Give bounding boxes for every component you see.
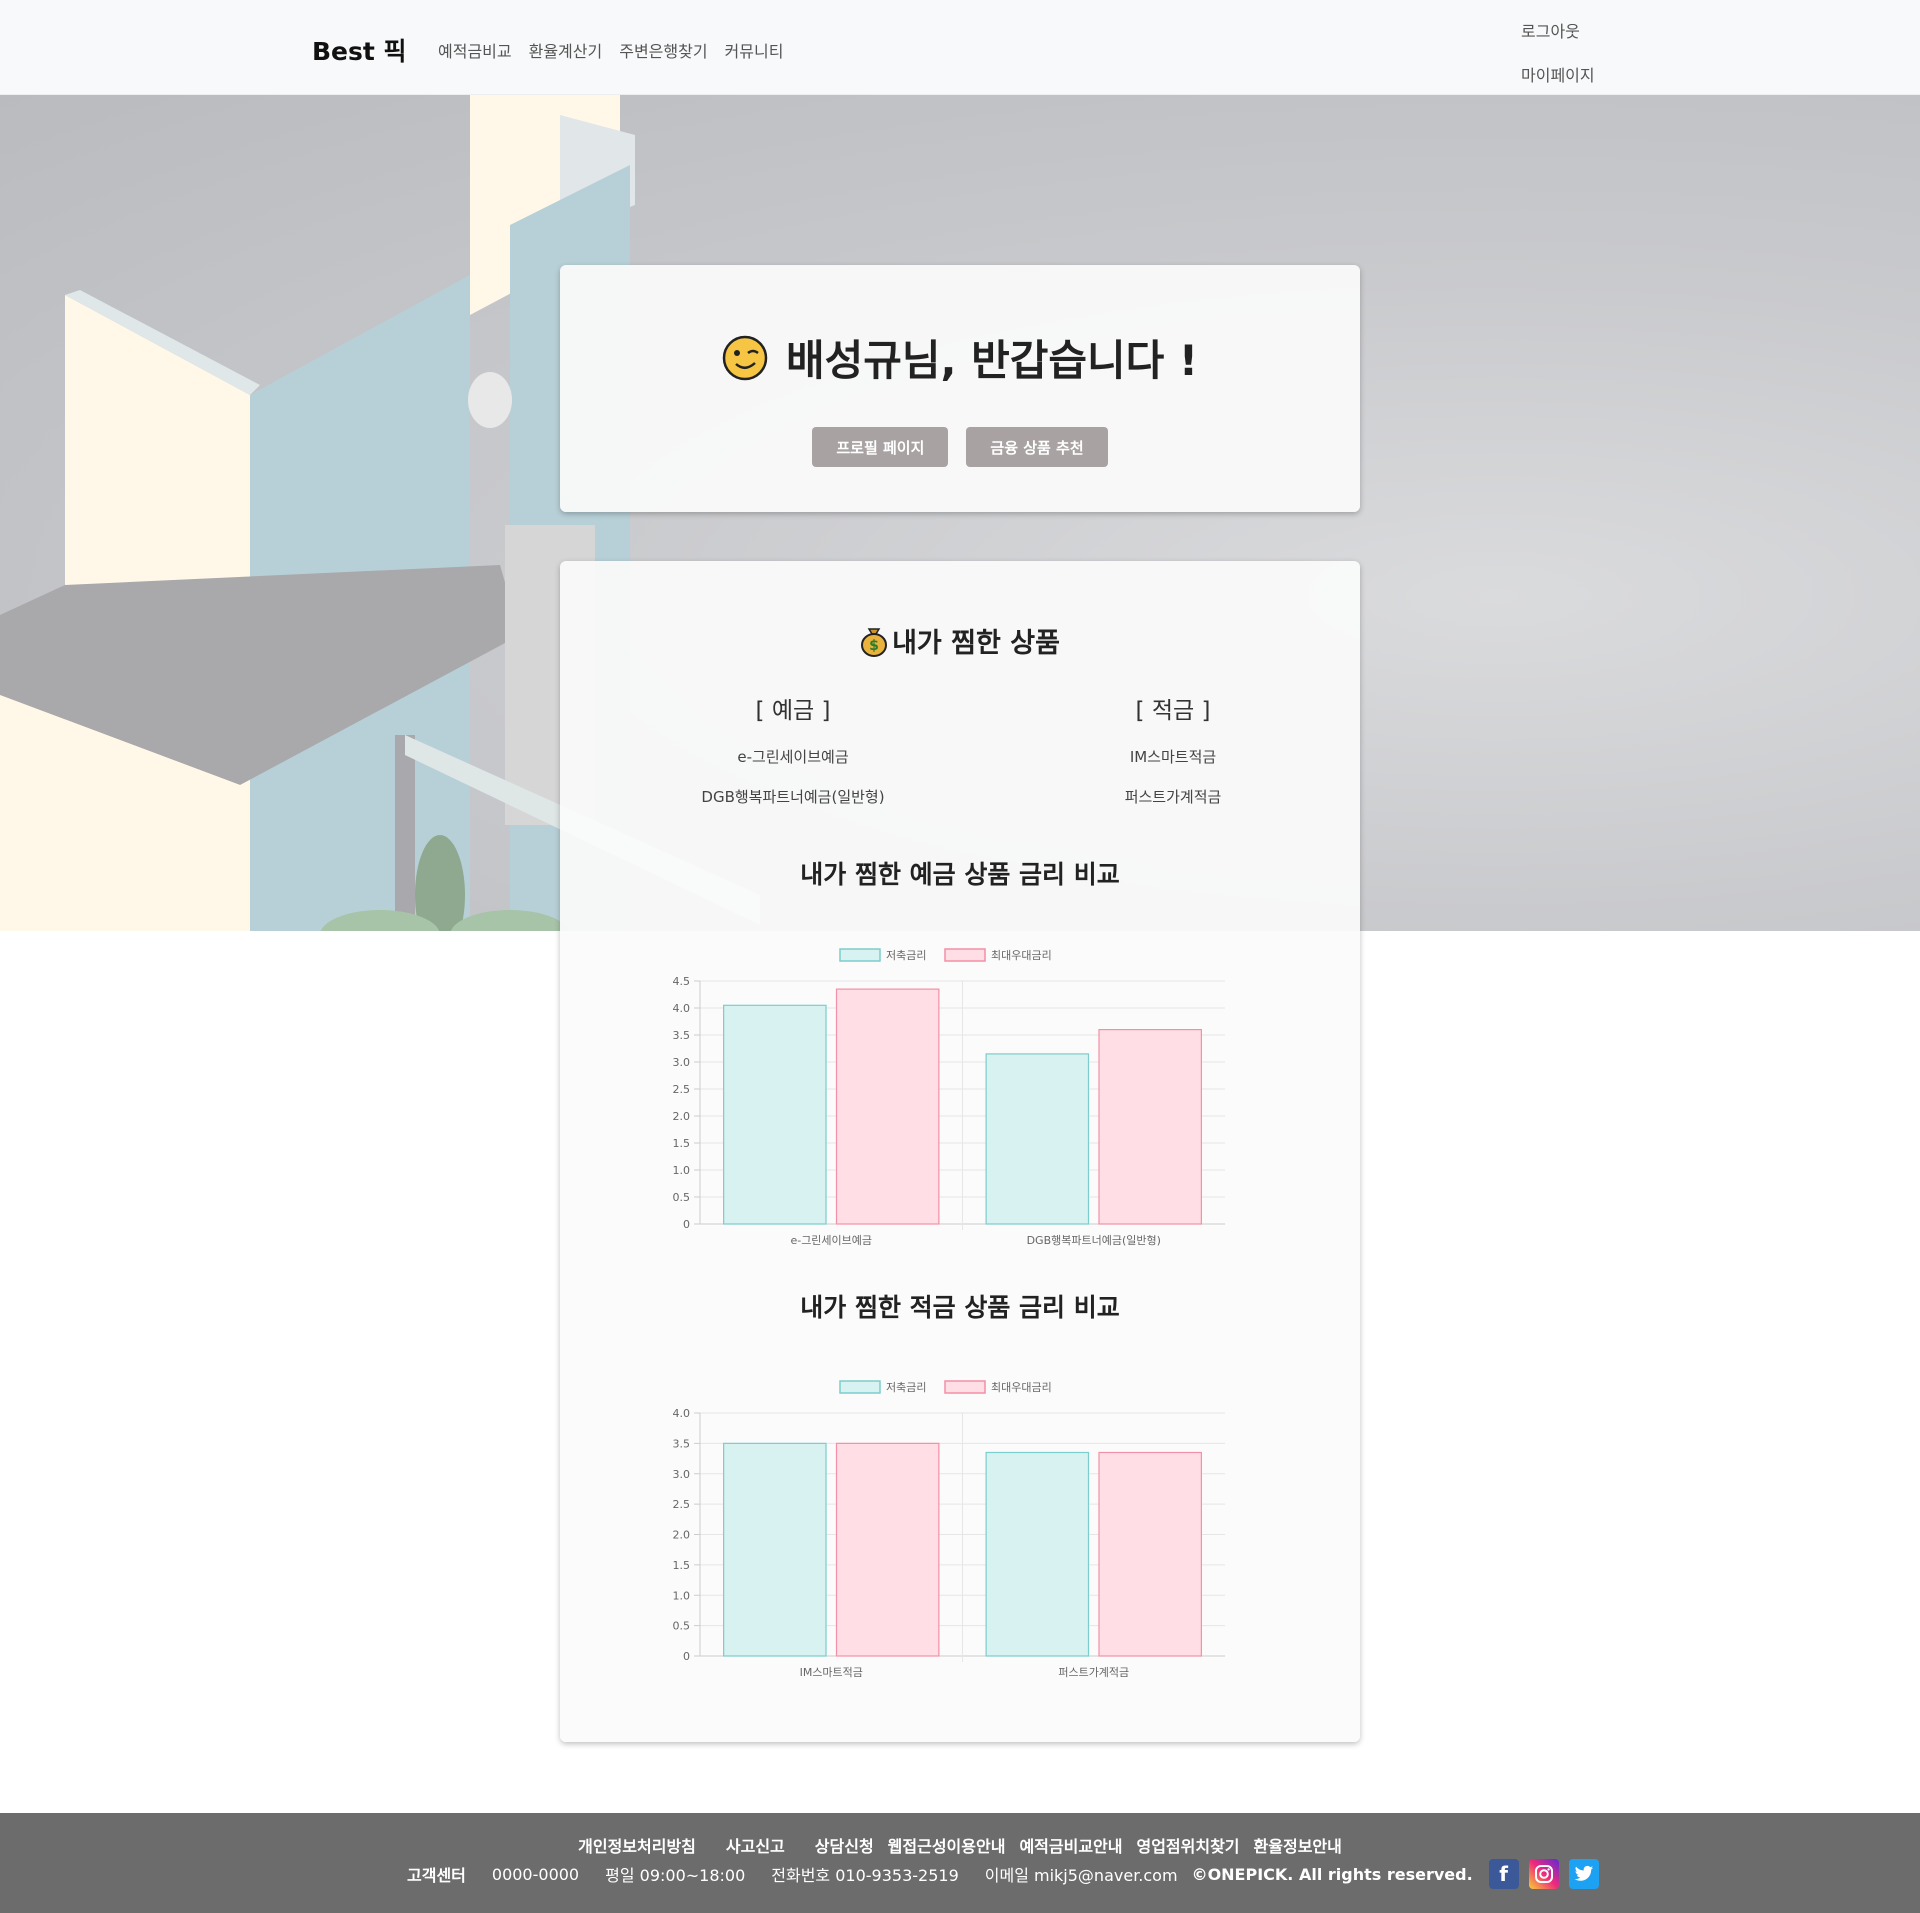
- y-tick-label: 3.5: [673, 1029, 691, 1042]
- favorites-heading: $ 내가 찜한 상품: [560, 621, 1360, 660]
- bar: [723, 1004, 827, 1225]
- twitter-icon[interactable]: [1568, 1859, 1599, 1889]
- y-tick-label: 3.0: [673, 1056, 691, 1069]
- deposit-rate-chart: 저축금리 최대우대금리 0 0.5 1.0 1.5 2.0 2.5 3.0 3.5 4.0 4.5 e-…: [650, 941, 1250, 1251]
- deposit-item[interactable]: e-그린세이브예금: [663, 737, 923, 777]
- footer-link-deposit-guide[interactable]: 예적금비교안내: [1019, 1833, 1122, 1857]
- welcome-text: 배성규님, 반갑습니다 !: [785, 336, 1199, 385]
- legend-swatch: [944, 1380, 986, 1394]
- savings-rate-chart: 저축금리 최대우대금리 0 0.5 1.0 1.5 2.0 2.5 3.0 3.5 4.0 IM스마트…: [650, 1373, 1250, 1683]
- bar: [1098, 1028, 1202, 1225]
- y-tick-label: 1.0: [673, 1589, 691, 1602]
- y-tick-label: 0.5: [673, 1191, 691, 1204]
- savings-heading: [ 적금 ]: [1135, 698, 1211, 724]
- copyright: ©ONEPICK. All rights reserved.: [1191, 1864, 1473, 1884]
- y-tick-label: 3.5: [673, 1437, 691, 1450]
- y-tick-label: 0.5: [673, 1620, 691, 1633]
- legend-swatch: [839, 948, 881, 962]
- bar: [835, 988, 940, 1225]
- instagram-icon[interactable]: [1528, 1859, 1559, 1889]
- customer-center-number: 0000-0000: [491, 1864, 580, 1884]
- footer-link-accessibility[interactable]: 웹접근성이용안내: [888, 1833, 1006, 1857]
- bar: [835, 1442, 940, 1657]
- favorites-card: $ 내가 찜한 상품 [ 예금 ] e-그린세이브예금 DGB행복파트너예금(일…: [560, 561, 1360, 1742]
- bar: [1098, 1451, 1202, 1657]
- legend-swatch: [944, 948, 986, 962]
- y-tick-label: 4.5: [673, 975, 691, 988]
- legend-label: 저축금리: [886, 949, 926, 962]
- profile-page-button[interactable]: 프로필 페이지: [812, 427, 949, 467]
- money-bag-icon: $: [861, 627, 888, 657]
- y-tick-label: 2.5: [673, 1083, 691, 1096]
- winking-face-icon: [722, 335, 768, 380]
- welcome-actions: 프로필 페이지 금융 상품 추천: [560, 427, 1360, 467]
- footer-info: 고객센터 0000-0000 평일 09:00~18:00 전화번호 010-9…: [407, 1859, 1599, 1889]
- deposit-item[interactable]: DGB행복파트너예금(일반형): [663, 777, 923, 817]
- legend-swatch: [839, 1380, 881, 1394]
- nav-link-exchange-calculator[interactable]: 환율계산기: [529, 38, 603, 62]
- y-tick-label: 0: [683, 1650, 690, 1663]
- legend-label: 저축금리: [886, 1381, 926, 1394]
- y-tick-label: 1.5: [673, 1559, 691, 1572]
- email-address: 이메일 mikj5@naver.com: [984, 1866, 1178, 1885]
- savings-chart-title: 내가 찜한 적금 상품 금리 비교: [800, 1293, 1120, 1322]
- nav-link-community[interactable]: 커뮤니티: [725, 38, 784, 62]
- nav-user-menu: 로그아웃 마이페이지: [1521, 18, 1595, 86]
- y-tick-label: 2.0: [673, 1529, 691, 1542]
- social-links: f: [1488, 1859, 1599, 1889]
- legend-label: 최대우대금리: [991, 949, 1052, 962]
- product-recommend-button[interactable]: 금융 상품 추천: [966, 427, 1108, 467]
- y-tick-label: 2.5: [673, 1498, 691, 1511]
- footer-link-incident-report[interactable]: 사고신고: [726, 1833, 785, 1857]
- nav-links: 예적금비교 환율계산기 주변은행찾기 커뮤니티: [438, 38, 783, 62]
- y-tick-label: 1.0: [673, 1164, 691, 1177]
- y-tick-label: 4.0: [673, 1407, 691, 1420]
- customer-center-label: 고객센터: [407, 1866, 466, 1885]
- footer-link-branch-finder[interactable]: 영업점위치찾기: [1136, 1833, 1239, 1857]
- welcome-card: 배성규님, 반갑습니다 ! 프로필 페이지 금융 상품 추천: [560, 265, 1360, 512]
- legend-label: 최대우대금리: [991, 1381, 1052, 1394]
- deposit-rate-chart-svg: 저축금리 최대우대금리 0 0.5 1.0 1.5 2.0 2.5 3.0 3.5 4.0 4.5 e-…: [673, 948, 1225, 1247]
- bar: [985, 1451, 1090, 1657]
- footer-link-exchange-info[interactable]: 환율정보안내: [1254, 1833, 1342, 1857]
- footer-link-privacy[interactable]: 개인정보처리방침: [578, 1833, 696, 1857]
- bar: [985, 1053, 1090, 1225]
- bar: [723, 1442, 827, 1657]
- facebook-icon[interactable]: f: [1488, 1859, 1519, 1889]
- y-tick-label: 2.0: [673, 1110, 691, 1123]
- x-tick-label: IM스마트적금: [800, 1666, 863, 1679]
- footer-links: 개인정보처리방침 사고신고 상담신청 웹접근성이용안내 예적금비교안내 영업점위…: [0, 1833, 1920, 1857]
- savings-column: [ 적금 ] IM스마트적금 퍼스트가계적금: [1043, 691, 1303, 817]
- mypage-link[interactable]: 마이페이지: [1521, 62, 1595, 86]
- x-tick-label: e-그린세이브예금: [790, 1234, 872, 1247]
- y-tick-label: 3.0: [673, 1468, 691, 1481]
- savings-item[interactable]: 퍼스트가계적금: [1043, 777, 1303, 817]
- y-tick-label: 4.0: [673, 1002, 691, 1015]
- savings-rate-chart-svg: 저축금리 최대우대금리 0 0.5 1.0 1.5 2.0 2.5 3.0 3.5 4.0 IM스마트…: [673, 1380, 1225, 1679]
- welcome-heading: 배성규님, 반갑습니다 !: [560, 327, 1360, 388]
- y-tick-label: 0: [683, 1218, 690, 1231]
- brand-logo[interactable]: Best 픽: [312, 32, 407, 68]
- deposit-heading: [ 예금 ]: [755, 698, 831, 724]
- deposit-chart-title: 내가 찜한 예금 상품 금리 비교: [800, 860, 1120, 889]
- y-tick-label: 1.5: [673, 1137, 691, 1150]
- x-tick-label: DGB행복파트너예금(일반형): [1027, 1233, 1161, 1247]
- logout-link[interactable]: 로그아웃: [1521, 18, 1595, 42]
- nav-link-deposit-compare[interactable]: 예적금비교: [438, 38, 512, 62]
- footer: 개인정보처리방침 사고신고 상담신청 웹접근성이용안내 예적금비교안내 영업점위…: [0, 1813, 1920, 1913]
- footer-link-consult[interactable]: 상담신청: [815, 1833, 874, 1857]
- deposit-column: [ 예금 ] e-그린세이브예금 DGB행복파트너예금(일반형): [663, 691, 923, 817]
- business-hours: 평일 09:00~18:00: [605, 1866, 746, 1885]
- favorites-title: 내가 찜한 상품: [892, 628, 1060, 659]
- navbar: Best 픽 예적금비교 환율계산기 주변은행찾기 커뮤니티 로그아웃 마이페이…: [0, 0, 1920, 95]
- savings-item[interactable]: IM스마트적금: [1043, 737, 1303, 777]
- nav-link-nearby-bank[interactable]: 주변은행찾기: [619, 38, 707, 62]
- x-tick-label: 퍼스트가계적금: [1058, 1666, 1129, 1679]
- svg-text:$: $: [869, 638, 879, 654]
- phone-number: 전화번호 010-9353-2519: [771, 1866, 959, 1885]
